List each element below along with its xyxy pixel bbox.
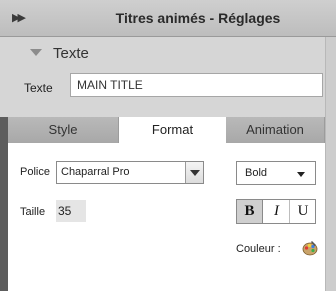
taille-input[interactable]	[56, 200, 86, 222]
font-style-value: Bold	[245, 167, 268, 179]
text-format-buttons: B I U	[236, 199, 316, 224]
tab-animation[interactable]: Animation	[226, 117, 325, 143]
window-title: Titres animés - Réglages	[115, 10, 281, 26]
underline-button[interactable]: U	[290, 200, 316, 223]
tab-bar: Style Format Animation	[8, 117, 325, 143]
italic-button[interactable]: I	[264, 200, 290, 223]
texte-input[interactable]	[70, 73, 323, 97]
chevron-down-icon	[190, 170, 200, 176]
police-label: Police	[20, 166, 50, 178]
police-value: Chaparral Pro	[61, 166, 130, 178]
texte-label: Texte	[24, 81, 53, 95]
bold-button[interactable]: B	[237, 200, 263, 223]
section-label: Texte	[53, 45, 89, 62]
font-style-dropdown[interactable]: Bold	[236, 161, 316, 185]
color-palette-icon[interactable]	[302, 240, 318, 256]
titles-settings-panel: ▶▶ Titres animés - Réglages Texte Texte …	[0, 0, 336, 291]
police-dropdown[interactable]: Chaparral Pro	[56, 161, 204, 184]
taille-label: Taille	[20, 206, 46, 218]
vertical-scrollbar[interactable]	[325, 37, 336, 291]
couleur-label: Couleur :	[236, 243, 281, 255]
texte-row: Texte	[0, 71, 325, 117]
tab-format[interactable]: Format	[119, 117, 226, 143]
format-content: Police Chaparral Pro Bold Taille B I U C…	[8, 143, 325, 291]
tab-style[interactable]: Style	[8, 117, 119, 143]
title-bar: ▶▶ Titres animés - Réglages	[0, 0, 336, 37]
police-dropdown-button[interactable]	[185, 162, 203, 183]
chevron-down-icon	[297, 172, 305, 177]
disclosure-triangle-icon[interactable]	[30, 49, 42, 56]
section-header-texte[interactable]: Texte	[0, 37, 325, 71]
